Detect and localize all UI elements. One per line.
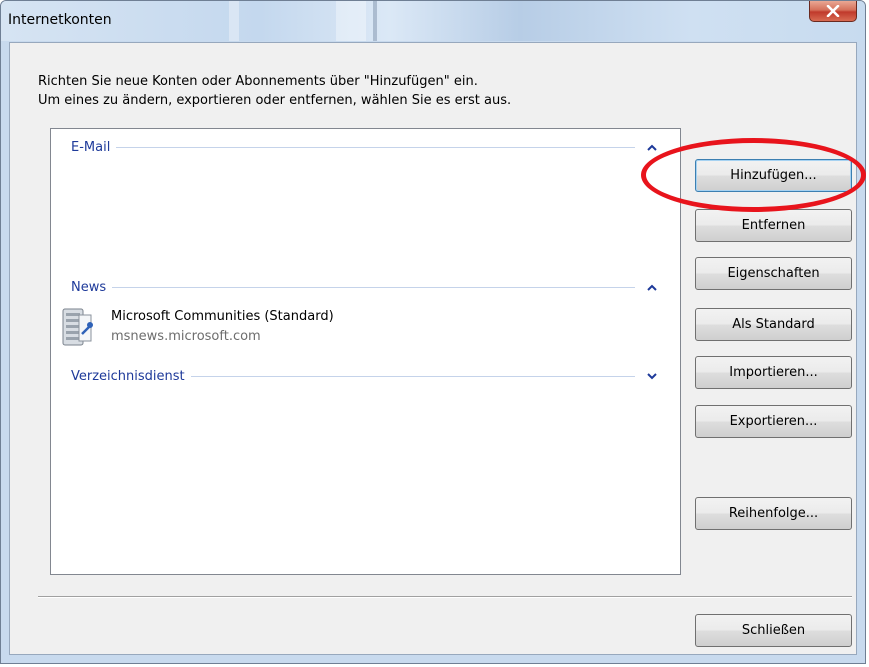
add-button[interactable]: Hinzufügen... <box>695 159 852 192</box>
group-name: Verzeichnisdienst <box>71 368 185 384</box>
accounts-list[interactable]: E-Mail News Microsoft Communities (Stand… <box>50 128 681 575</box>
internet-accounts-dialog: Internetkonten Richten Sie neue Konten o… <box>0 0 866 664</box>
group-name: E-Mail <box>71 139 111 155</box>
instructions-line-2: Um eines zu ändern, exportieren oder ent… <box>38 93 512 108</box>
title-bar[interactable]: Internetkonten <box>1 1 865 41</box>
title-bar-glass-streak <box>336 1 366 41</box>
group-name: News <box>71 279 107 295</box>
group-header-directory-service[interactable]: Verzeichnisdienst <box>71 367 659 385</box>
account-name: Microsoft Communities (Standard) <box>111 309 334 324</box>
account-details: Microsoft Communities (Standard) msnews.… <box>111 307 334 349</box>
export-button[interactable]: Exportieren... <box>695 405 852 438</box>
group-header-news[interactable]: News <box>71 278 659 296</box>
title-bar-glass-streak <box>229 1 239 41</box>
account-server: msnews.microsoft.com <box>111 329 261 344</box>
close-icon <box>826 5 840 17</box>
news-server-icon <box>61 305 97 349</box>
title-bar-glass-streak <box>373 1 377 41</box>
window-close-button[interactable] <box>809 1 857 22</box>
chevron-up-icon[interactable] <box>645 280 659 294</box>
footer-separator <box>38 596 852 598</box>
order-button[interactable]: Reihenfolge... <box>695 497 852 530</box>
window-title: Internetkonten <box>8 12 112 28</box>
properties-button[interactable]: Eigenschaften <box>695 257 852 290</box>
group-header-email[interactable]: E-Mail <box>71 138 659 156</box>
instructions-text: Richten Sie neue Konten oder Abonnements… <box>38 72 511 110</box>
chevron-down-icon[interactable] <box>645 369 659 383</box>
close-button[interactable]: Schließen <box>695 614 852 647</box>
set-default-button[interactable]: Als Standard <box>695 308 852 341</box>
chevron-up-icon[interactable] <box>645 140 659 154</box>
list-item-account[interactable]: Microsoft Communities (Standard) msnews.… <box>61 305 334 349</box>
group-divider-line <box>190 375 635 377</box>
group-divider-line <box>112 286 635 288</box>
dialog-client-area: Richten Sie neue Konten oder Abonnements… <box>9 42 857 655</box>
group-divider-line <box>116 146 635 148</box>
import-button[interactable]: Importieren... <box>695 356 852 389</box>
remove-button[interactable]: Entfernen <box>695 209 852 242</box>
instructions-line-1: Richten Sie neue Konten oder Abonnements… <box>38 74 478 89</box>
